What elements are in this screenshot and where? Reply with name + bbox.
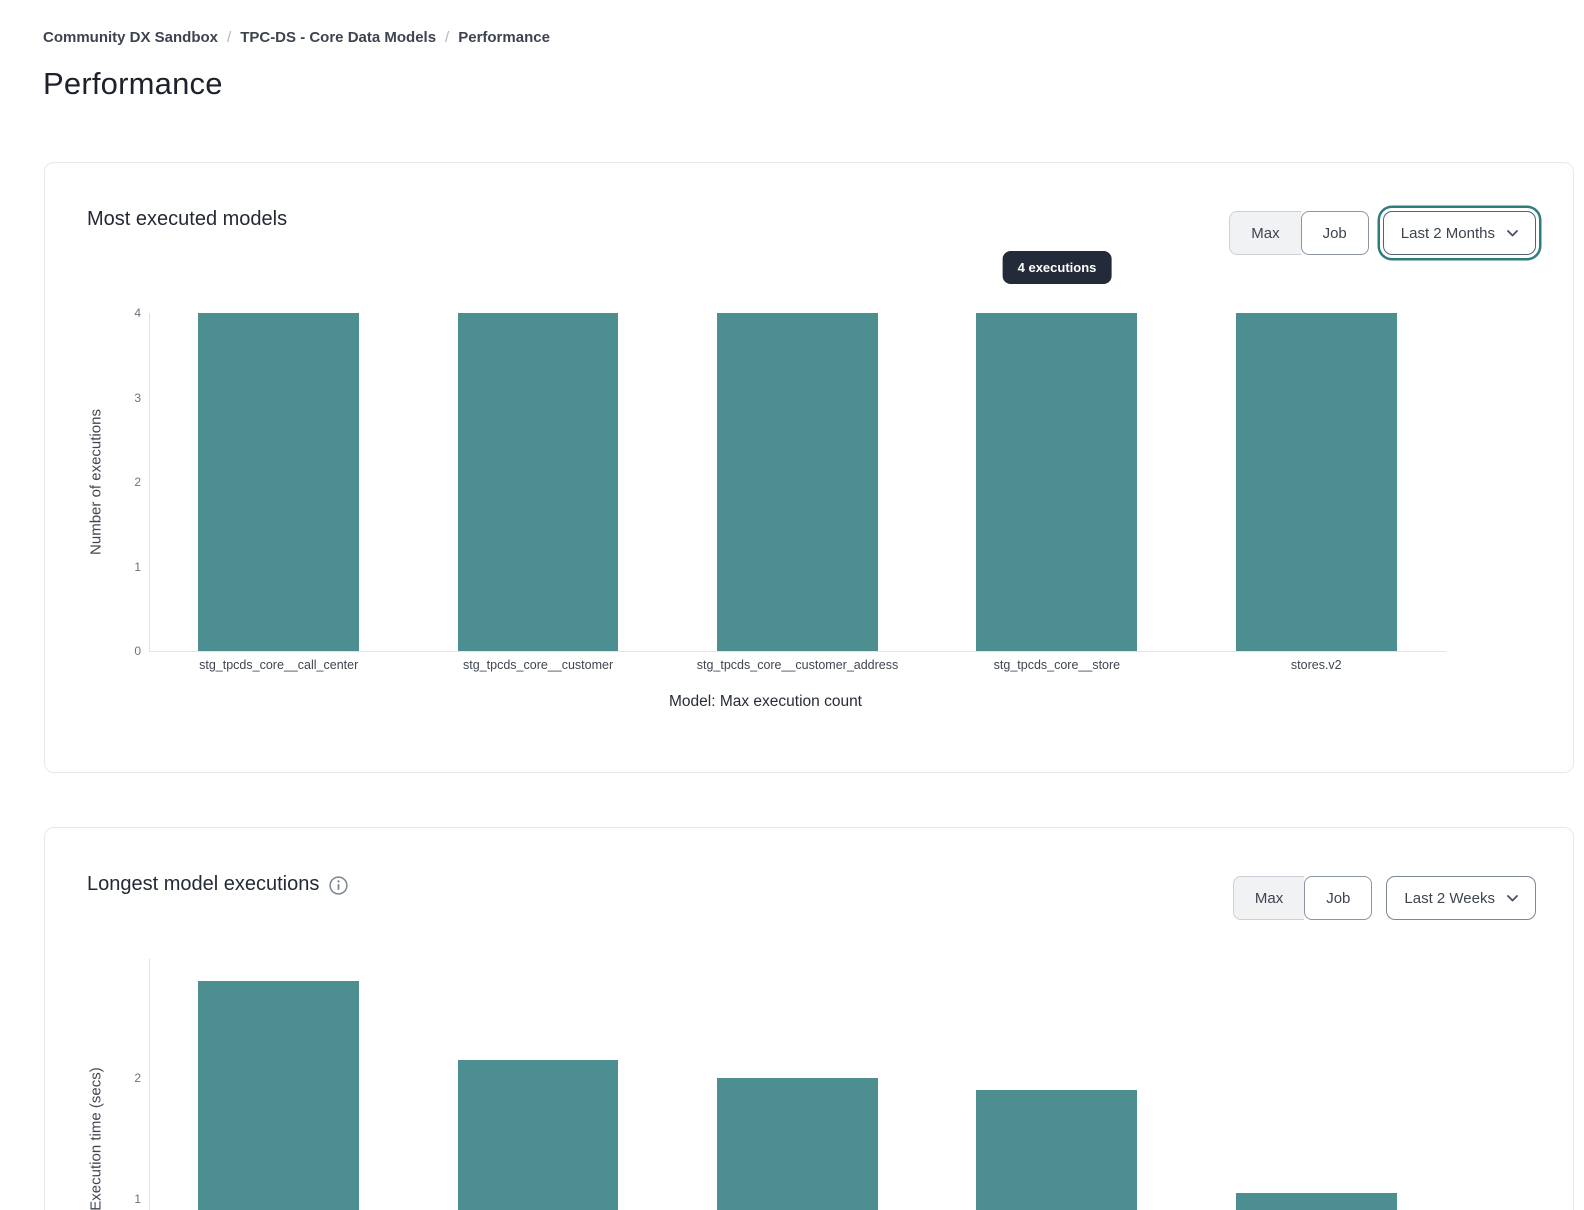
bar[interactable] — [717, 1078, 878, 1210]
card-title-text: Longest model executions — [87, 873, 319, 896]
x-axis-category-label: stg_tpcds_core__customer — [408, 658, 667, 672]
bar[interactable] — [717, 313, 878, 651]
y-axis-line — [149, 959, 150, 1210]
card-most-executed-models: Most executed models Max Job Last 2 Mont… — [44, 162, 1574, 773]
bar-chart-most-executed: 01234stg_tpcds_core__call_centerstg_tpcd… — [149, 313, 1446, 651]
breadcrumb-item-package[interactable]: TPC-DS - Core Data Models — [240, 29, 436, 46]
bar-chart-longest-executions: 012 — [149, 959, 1446, 1210]
card-longest-executions: Longest model executions Max Job Last 2 … — [44, 827, 1574, 1210]
y-axis-tick: 1 — [101, 1191, 141, 1207]
x-axis-line — [149, 651, 1446, 652]
chart-controls: Max Job Last 2 Months — [1229, 211, 1536, 255]
bar[interactable] — [198, 981, 359, 1210]
chevron-down-icon — [1507, 230, 1518, 237]
bar[interactable] — [458, 313, 619, 651]
bar[interactable] — [458, 1060, 619, 1210]
bar[interactable] — [198, 313, 359, 651]
scope-toggle: Max Job — [1229, 211, 1369, 255]
x-axis-category-label: stg_tpcds_core__customer_address — [668, 658, 927, 672]
date-range-select[interactable]: Last 2 Weeks — [1386, 876, 1536, 920]
date-range-value: Last 2 Weeks — [1404, 890, 1495, 907]
toggle-job-button[interactable]: Job — [1301, 211, 1369, 255]
card-title-longest-executions: Longest model executions — [87, 873, 348, 896]
scope-toggle: Max Job — [1233, 876, 1373, 920]
date-range-select[interactable]: Last 2 Months — [1383, 211, 1536, 255]
x-axis-title: Model: Max execution count — [85, 693, 1446, 711]
x-axis-category-label: stg_tpcds_core__store — [927, 658, 1186, 672]
bar[interactable] — [1236, 1193, 1397, 1210]
bar[interactable] — [976, 313, 1137, 651]
y-axis-tick: 3 — [101, 390, 141, 406]
card-title-most-executed: Most executed models — [87, 208, 287, 231]
breadcrumb-separator: / — [445, 29, 449, 46]
y-axis-line — [149, 313, 150, 651]
x-axis-category-label: stores.v2 — [1187, 658, 1446, 672]
chart-controls: Max Job Last 2 Weeks — [1233, 876, 1536, 920]
breadcrumb-separator: / — [227, 29, 231, 46]
y-axis-tick: 4 — [101, 305, 141, 321]
performance-page: Community DX Sandbox / TPC-DS - Core Dat… — [0, 0, 1584, 1210]
x-axis-category-label: stg_tpcds_core__call_center — [149, 658, 408, 672]
toggle-job-button[interactable]: Job — [1304, 876, 1372, 920]
toggle-max-button[interactable]: Max — [1233, 876, 1304, 920]
y-axis-tick: 2 — [101, 474, 141, 490]
toggle-max-button[interactable]: Max — [1229, 211, 1300, 255]
chevron-down-icon — [1507, 895, 1518, 902]
breadcrumb-item-project[interactable]: Community DX Sandbox — [43, 29, 218, 46]
y-axis-tick: 1 — [101, 559, 141, 575]
date-range-value: Last 2 Months — [1401, 225, 1495, 242]
breadcrumb-item-current: Performance — [458, 29, 550, 46]
y-axis-label: Execution time (secs) — [88, 1067, 105, 1210]
bar[interactable] — [1236, 313, 1397, 651]
y-axis-tick: 2 — [101, 1070, 141, 1086]
info-icon[interactable] — [329, 876, 348, 895]
y-axis-tick: 0 — [101, 643, 141, 659]
chart-tooltip: 4 executions — [1003, 251, 1112, 284]
bar[interactable] — [976, 1090, 1137, 1210]
breadcrumb: Community DX Sandbox / TPC-DS - Core Dat… — [43, 29, 550, 46]
page-title: Performance — [43, 66, 223, 102]
